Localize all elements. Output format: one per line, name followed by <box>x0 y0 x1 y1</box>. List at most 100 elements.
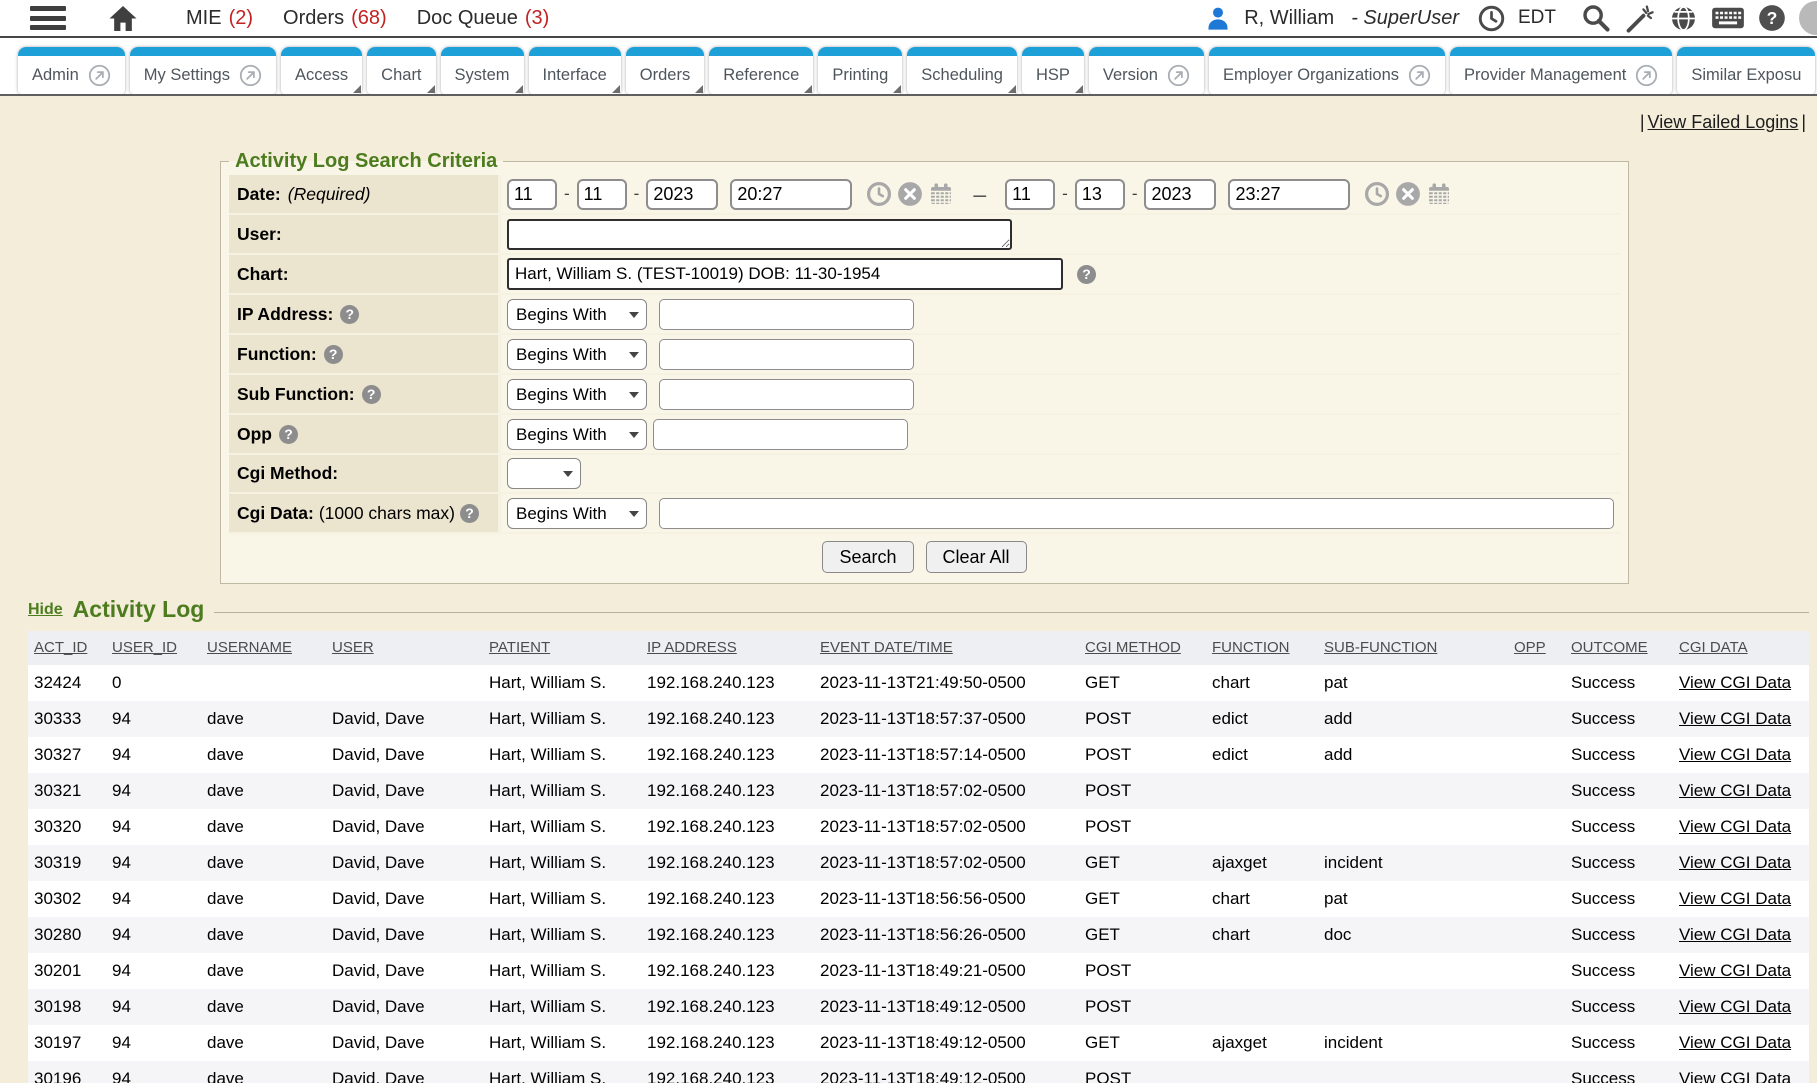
column-sort-user[interactable]: USER <box>332 639 374 656</box>
cell-sub-function <box>1318 953 1508 989</box>
view-cgi-data-link[interactable]: View CGI Data <box>1679 1033 1791 1052</box>
column-sort-outcome[interactable]: OUTCOME <box>1571 639 1648 656</box>
sub-function-match-select[interactable]: Begins With <box>507 379 647 410</box>
sub-function-help-icon[interactable] <box>362 385 381 404</box>
cgi-data-help-icon[interactable] <box>460 504 479 523</box>
view-cgi-data-link[interactable]: View CGI Data <box>1679 889 1791 908</box>
end-day-input[interactable] <box>1075 179 1125 210</box>
svg-text:?: ? <box>1767 8 1778 28</box>
cell-patient: Hart, William S. <box>483 1025 641 1061</box>
column-sort-cgi-method[interactable]: CGI METHOD <box>1085 639 1181 656</box>
clock-icon[interactable] <box>1478 5 1505 32</box>
calendar-icon[interactable] <box>928 181 954 207</box>
function-input[interactable] <box>659 339 914 370</box>
cgi-method-select[interactable] <box>507 458 581 489</box>
tab-interface[interactable]: Interface <box>529 47 621 94</box>
tab-chart[interactable]: Chart <box>367 47 435 94</box>
tab-printing[interactable]: Printing <box>818 47 902 94</box>
table-row: 3033394daveDavid, DaveHart, William S.19… <box>28 701 1809 737</box>
tab-admin[interactable]: Admin <box>18 47 125 94</box>
search-button[interactable]: Search <box>822 541 913 573</box>
tab-my-settings[interactable]: My Settings <box>130 47 276 94</box>
function-help-icon[interactable] <box>324 345 343 364</box>
user-icon[interactable] <box>1205 5 1231 31</box>
column-sort-act-id[interactable]: ACT_ID <box>34 639 87 656</box>
help-icon[interactable]: ? <box>1758 4 1786 32</box>
end-year-input[interactable] <box>1144 179 1216 210</box>
view-cgi-data-link[interactable]: View CGI Data <box>1679 997 1791 1016</box>
start-day-input[interactable] <box>577 179 627 210</box>
end-time-input[interactable] <box>1228 179 1350 210</box>
cell-act-id: 30197 <box>28 1025 106 1061</box>
start-month-input[interactable] <box>507 179 557 210</box>
opp-input[interactable] <box>653 419 908 450</box>
view-cgi-data-link[interactable]: View CGI Data <box>1679 781 1791 800</box>
nav-orders[interactable]: Orders(68) <box>283 7 387 30</box>
view-cgi-data-link[interactable]: View CGI Data <box>1679 853 1791 872</box>
start-year-input[interactable] <box>646 179 718 210</box>
tab-provider-management[interactable]: Provider Management <box>1450 47 1672 94</box>
start-time-input[interactable] <box>730 179 852 210</box>
table-row: 3020194daveDavid, DaveHart, William S.19… <box>28 953 1809 989</box>
cgi-data-label: Cgi Data:(1000 chars max) <box>229 494 501 532</box>
table-row: 3031994daveDavid, DaveHart, William S.19… <box>28 845 1809 881</box>
end-month-input[interactable] <box>1005 179 1055 210</box>
column-sort-sub-function[interactable]: SUB-FUNCTION <box>1324 639 1437 656</box>
column-sort-function[interactable]: FUNCTION <box>1212 639 1290 656</box>
user-input[interactable] <box>507 219 1012 250</box>
avatar[interactable] <box>1799 1 1817 35</box>
tab-orders[interactable]: Orders <box>626 47 704 94</box>
time-picker-icon[interactable] <box>866 181 892 207</box>
keyboard-icon[interactable] <box>1711 6 1745 30</box>
view-cgi-data-link[interactable]: View CGI Data <box>1679 709 1791 728</box>
clear-date-icon[interactable] <box>1395 181 1421 207</box>
timezone-label[interactable]: EDT <box>1518 7 1556 29</box>
home-icon[interactable] <box>108 5 138 32</box>
globe-icon[interactable] <box>1669 4 1698 33</box>
view-cgi-data-link[interactable]: View CGI Data <box>1679 745 1791 764</box>
tab-access[interactable]: Access <box>281 47 362 94</box>
view-cgi-data-link[interactable]: View CGI Data <box>1679 961 1791 980</box>
column-sort-ip-address[interactable]: IP ADDRESS <box>647 639 737 656</box>
column-sort-username[interactable]: USERNAME <box>207 639 292 656</box>
view-failed-logins-link[interactable]: View Failed Logins <box>1648 112 1799 132</box>
ip-match-select[interactable]: Begins With <box>507 299 647 330</box>
ip-help-icon[interactable] <box>340 305 359 324</box>
view-cgi-data-link[interactable]: View CGI Data <box>1679 925 1791 944</box>
chart-help-icon[interactable] <box>1077 265 1096 284</box>
clear-all-button[interactable]: Clear All <box>926 541 1027 573</box>
calendar-icon[interactable] <box>1426 181 1452 207</box>
sub-function-input[interactable] <box>659 379 914 410</box>
hide-link[interactable]: Hide <box>28 601 63 619</box>
view-cgi-data-link[interactable]: View CGI Data <box>1679 1069 1791 1083</box>
column-sort-patient[interactable]: PATIENT <box>489 639 550 656</box>
nav-doc-queue[interactable]: Doc Queue(3) <box>417 7 550 30</box>
column-sort-cgi-data[interactable]: CGI DATA <box>1679 639 1748 656</box>
tab-hsp[interactable]: HSP <box>1022 47 1084 94</box>
opp-match-select[interactable]: Begins With <box>507 419 647 450</box>
tab-employer-organizations[interactable]: Employer Organizations <box>1209 47 1445 94</box>
ip-address-input[interactable] <box>659 299 914 330</box>
cgi-data-input[interactable] <box>659 498 1614 529</box>
cgi-data-match-select[interactable]: Begins With <box>507 498 647 529</box>
time-picker-icon[interactable] <box>1364 181 1390 207</box>
tab-system[interactable]: System <box>441 47 524 94</box>
nav-mie[interactable]: MIE(2) <box>186 7 253 30</box>
column-sort-event-date-time[interactable]: EVENT DATE/TIME <box>820 639 953 656</box>
tab-similar-exposu[interactable]: Similar Exposu <box>1677 47 1815 94</box>
view-cgi-data-link[interactable]: View CGI Data <box>1679 673 1791 692</box>
search-icon[interactable] <box>1581 3 1611 33</box>
hamburger-menu-icon[interactable] <box>30 6 66 30</box>
opp-help-icon[interactable] <box>279 425 298 444</box>
wand-icon[interactable] <box>1624 3 1656 33</box>
tab-reference[interactable]: Reference <box>709 47 813 94</box>
clear-date-icon[interactable] <box>897 181 923 207</box>
function-match-select[interactable]: Begins With <box>507 339 647 370</box>
column-header: OUTCOME <box>1565 631 1673 665</box>
column-sort-user-id[interactable]: USER_ID <box>112 639 177 656</box>
column-sort-opp[interactable]: OPP <box>1514 639 1546 656</box>
chart-input[interactable] <box>507 258 1063 290</box>
tab-scheduling[interactable]: Scheduling <box>907 47 1017 94</box>
view-cgi-data-link[interactable]: View CGI Data <box>1679 817 1791 836</box>
tab-version[interactable]: Version <box>1089 47 1204 94</box>
